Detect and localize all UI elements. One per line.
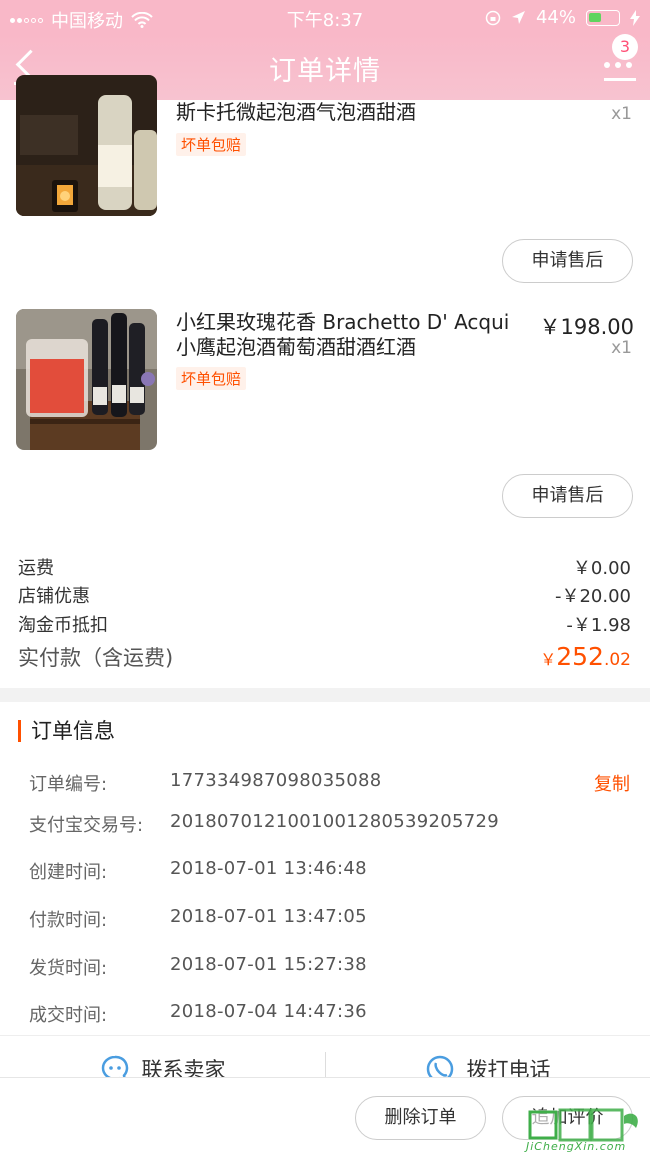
info-value: 2018-07-01 13:47:05 (170, 906, 367, 927)
fee-label: 淘金币抵扣 (18, 615, 108, 636)
product-title[interactable]: 斯卡托微起泡酒气泡酒甜酒 (176, 100, 416, 125)
call-phone-label: 拨打电话 (466, 1058, 551, 1077)
contact-seller-button[interactable]: 联系卖家 (0, 1054, 325, 1077)
info-label: 成交时间: (29, 1005, 108, 1026)
info-value: 177334987098035088 (170, 770, 382, 791)
contact-bar: 联系卖家 拨打电话 (0, 1035, 650, 1077)
product-image-sparkling-wine[interactable] (16, 75, 157, 216)
notification-badge: 3 (612, 34, 638, 60)
total-decimal: .02 (603, 650, 631, 670)
total-label: 实付款（含运费) (18, 646, 174, 670)
info-label: 付款时间: (29, 910, 108, 931)
phone-icon (426, 1055, 453, 1077)
fee-label: 店铺优惠 (18, 586, 90, 607)
watermark-text: JiChengXin.com (526, 1140, 627, 1153)
product-title[interactable]: 小红果玫瑰花香 Brachetto D' Acqui 小鹰起泡酒葡萄酒甜酒红酒 (176, 310, 534, 360)
fee-value: ￥0.00 (572, 558, 631, 579)
guarantee-tag: 坏单包赔 (176, 133, 247, 156)
info-value: 2018-07-04 14:47:36 (170, 1001, 367, 1022)
info-label: 支付宝交易号: (29, 815, 144, 836)
more-button[interactable] (604, 62, 636, 81)
info-value: 2018-07-01 13:46:48 (170, 858, 367, 879)
guarantee-tag: 坏单包赔 (176, 367, 247, 390)
info-value: 2018070121001001280539205729 (170, 811, 500, 832)
status-bar: 中国移动 下午8:37 44% (0, 0, 650, 34)
rotation-lock-icon (485, 10, 501, 25)
fee-value: -￥1.98 (566, 615, 631, 636)
fee-row-coin-deduction: 淘金币抵扣 -￥1.98 (18, 611, 631, 637)
total-amount: ￥252.02 (540, 642, 631, 671)
product-image-red-wine[interactable] (16, 309, 157, 450)
fee-row-shipping: 运费 ￥0.00 (18, 554, 631, 580)
fee-label: 运费 (18, 558, 54, 579)
charging-icon (630, 9, 640, 26)
chat-icon (101, 1055, 128, 1077)
after-sale-button[interactable]: 申请售后 (502, 474, 633, 518)
info-label: 发货时间: (29, 958, 108, 979)
product-quantity: x1 (611, 104, 632, 124)
battery-icon (586, 9, 620, 26)
fee-value: -￥20.00 (554, 586, 631, 607)
info-label: 订单编号: (29, 774, 108, 795)
copy-button[interactable]: 复制 (594, 770, 630, 796)
call-phone-button[interactable]: 拨打电话 (325, 1054, 650, 1077)
after-sale-button[interactable]: 申请售后 (502, 239, 633, 283)
location-icon (511, 11, 525, 24)
total-row: 实付款（含运费) ￥252.02 (18, 642, 631, 672)
site-watermark: JiChengXin.com (496, 1106, 646, 1154)
total-currency: ￥ (540, 650, 557, 669)
battery-percent: 44% (535, 7, 576, 28)
fee-row-shop-discount: 店铺优惠 -￥20.00 (18, 582, 631, 608)
product-quantity: x1 (611, 338, 632, 358)
info-value: 2018-07-01 15:27:38 (170, 954, 367, 975)
section-divider (0, 688, 650, 702)
total-main: 252 (556, 642, 604, 671)
order-info-title: 订单信息 (18, 720, 115, 742)
product-price: ￥198.00 (539, 315, 634, 339)
info-label: 创建时间: (29, 862, 108, 883)
delete-order-button[interactable]: 删除订单 (355, 1096, 486, 1140)
contact-seller-label: 联系卖家 (141, 1058, 226, 1077)
